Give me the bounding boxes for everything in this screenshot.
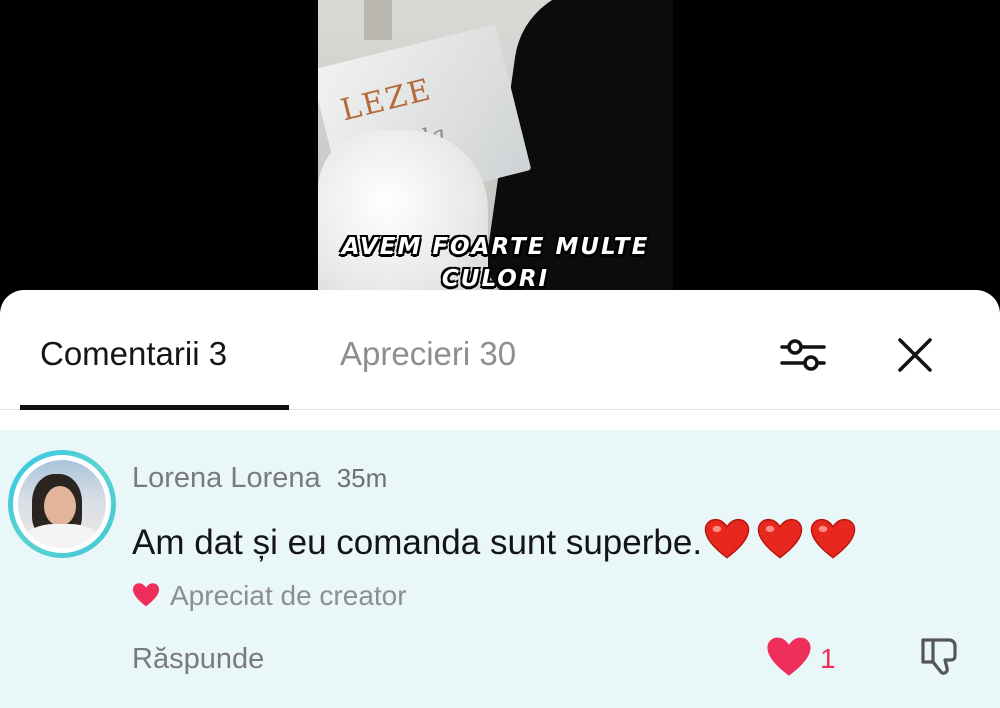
heart-emoji-icon xyxy=(757,518,803,559)
comment-body: Am dat și eu comanda sunt superbe. xyxy=(132,516,863,563)
video-sign-text: LEZE xyxy=(337,72,436,129)
tab-bar: Comentarii 3 Aprecieri 30 xyxy=(0,290,1000,410)
video-caption-line2: CULORI xyxy=(441,266,550,292)
close-icon[interactable] xyxy=(890,330,940,380)
video-caption-line1: AVEM FOARTE MULTE xyxy=(341,234,650,260)
video-background xyxy=(364,0,392,40)
video-frame[interactable]: LEZE rada AVEM FOARTE MULTE CULORI xyxy=(318,0,673,300)
avatar-image xyxy=(18,460,106,548)
tab-comments[interactable]: Comentarii 3 xyxy=(40,335,227,373)
comment-item: Lorena Lorena 35m Am dat și eu comanda s… xyxy=(0,430,1000,708)
creator-badge-label: Apreciat de creator xyxy=(170,580,407,611)
comment-text: Am dat și eu comanda sunt superbe. xyxy=(132,523,703,562)
comments-sheet: Comentarii 3 Aprecieri 30 Lorena Lorena … xyxy=(0,290,1000,708)
heart-icon[interactable] xyxy=(766,635,816,681)
thumbs-down-icon[interactable] xyxy=(915,630,965,680)
heart-icon xyxy=(133,583,159,607)
active-tab-indicator xyxy=(20,405,289,410)
comment-timestamp: 35m xyxy=(336,463,388,493)
heart-emoji-icon xyxy=(704,518,750,559)
comment-header: Lorena Lorena 35m xyxy=(132,462,387,495)
creator-liked-badge: Apreciat de creator xyxy=(132,580,407,612)
tab-likes[interactable]: Aprecieri 30 xyxy=(340,335,516,373)
comment-author[interactable]: Lorena Lorena xyxy=(132,462,321,494)
heart-emoji-icon xyxy=(810,518,856,559)
comment-emoji xyxy=(704,516,863,563)
sliders-icon[interactable] xyxy=(778,330,828,380)
like-count: 1 xyxy=(820,643,836,674)
video-area[interactable]: LEZE rada AVEM FOARTE MULTE CULORI xyxy=(0,0,1000,300)
reply-button[interactable]: Răspunde xyxy=(132,643,264,676)
avatar[interactable] xyxy=(8,450,116,558)
